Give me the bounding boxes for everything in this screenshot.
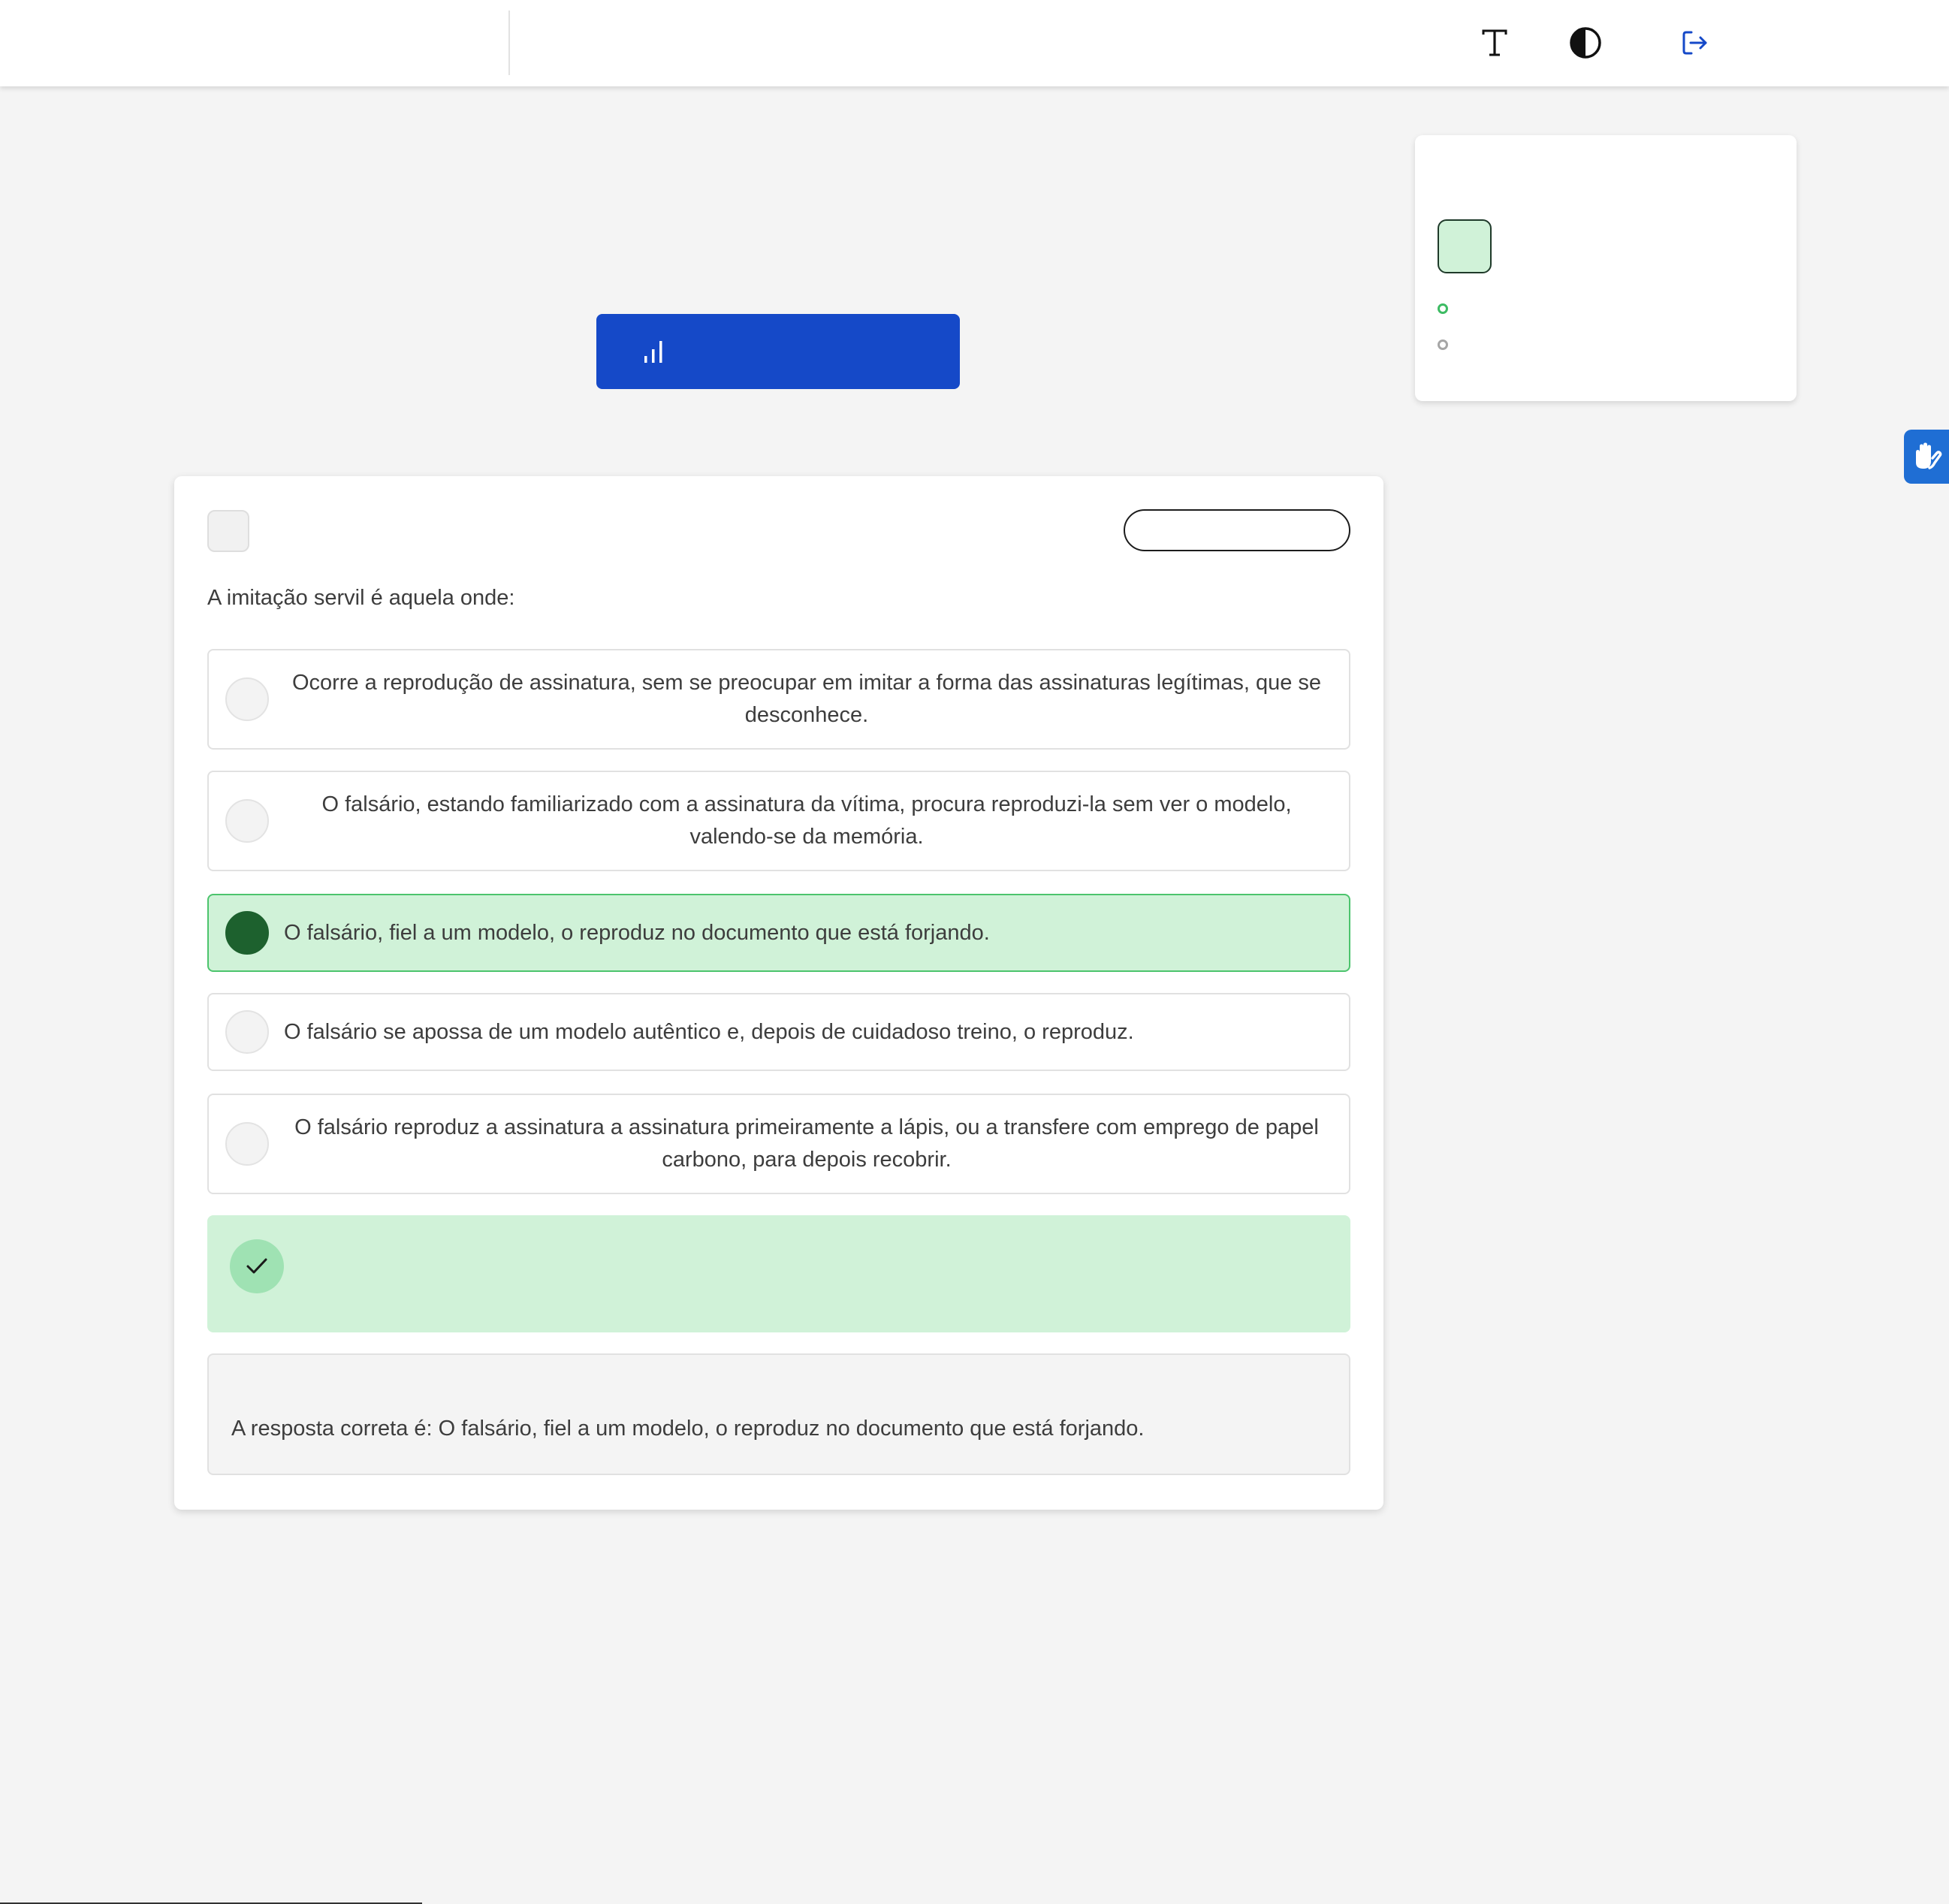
answer-option-2[interactable]: O falsário, estando familiarizado com a …: [207, 771, 1350, 871]
bar-chart-icon: [644, 341, 662, 363]
legend-unanswered-dot: [1438, 339, 1448, 350]
legend-answered-square: [1438, 219, 1492, 273]
option-text: O falsário se apossa de um modelo autênt…: [284, 1019, 1134, 1044]
flag-question-checkbox[interactable]: [207, 510, 249, 552]
check-badge: [230, 1239, 284, 1293]
option-radio-selected[interactable]: [225, 911, 269, 955]
check-icon: [246, 1258, 267, 1274]
sign-language-hands-icon: [1916, 442, 1942, 469]
option-radio[interactable]: [225, 1122, 269, 1166]
contrast-button[interactable]: [1562, 20, 1609, 66]
sign-language-accessibility-button[interactable]: [1904, 430, 1949, 484]
text-size-icon: [1482, 29, 1507, 56]
contrast-icon: [1570, 27, 1601, 59]
top-bar: [0, 0, 1949, 86]
correct-answer-box: A resposta correta é: O falsário, fiel a…: [207, 1353, 1350, 1475]
answer-option-4[interactable]: O falsário se apossa de um modelo autênt…: [207, 993, 1350, 1071]
correct-feedback-box: [207, 1215, 1350, 1332]
option-text: O falsário reproduz a assinatura a assin…: [294, 1115, 1319, 1172]
option-text: O falsário, estando familiarizado com a …: [321, 792, 1292, 849]
legend-card: [1415, 135, 1797, 401]
logout-icon: [1682, 31, 1707, 55]
legend-correct-dot: [1438, 303, 1448, 314]
question-text: A imitação servil é aquela onde:: [207, 586, 515, 610]
logout-button[interactable]: [1672, 20, 1718, 66]
option-radio[interactable]: [225, 799, 269, 843]
topbar-divider: [508, 11, 510, 75]
option-text: O falsário, fiel a um modelo, o reproduz…: [284, 920, 990, 945]
answer-option-3[interactable]: O falsário, fiel a um modelo, o reproduz…: [207, 894, 1350, 972]
option-radio[interactable]: [225, 677, 269, 721]
correct-answer-text: A resposta correta é: O falsário, fiel a…: [231, 1417, 1145, 1441]
statistics-button[interactable]: [596, 314, 960, 389]
answer-option-5[interactable]: O falsário reproduz a assinatura a assin…: [207, 1094, 1350, 1194]
answer-option-1[interactable]: Ocorre a reprodução de assinatura, sem s…: [207, 649, 1350, 750]
option-radio[interactable]: [225, 1010, 269, 1054]
option-text: Ocorre a reprodução de assinatura, sem s…: [291, 671, 1322, 727]
question-action-button[interactable]: [1124, 509, 1350, 551]
question-card: A imitação servil é aquela onde: Ocorre …: [174, 476, 1383, 1510]
font-size-button[interactable]: [1471, 20, 1518, 66]
